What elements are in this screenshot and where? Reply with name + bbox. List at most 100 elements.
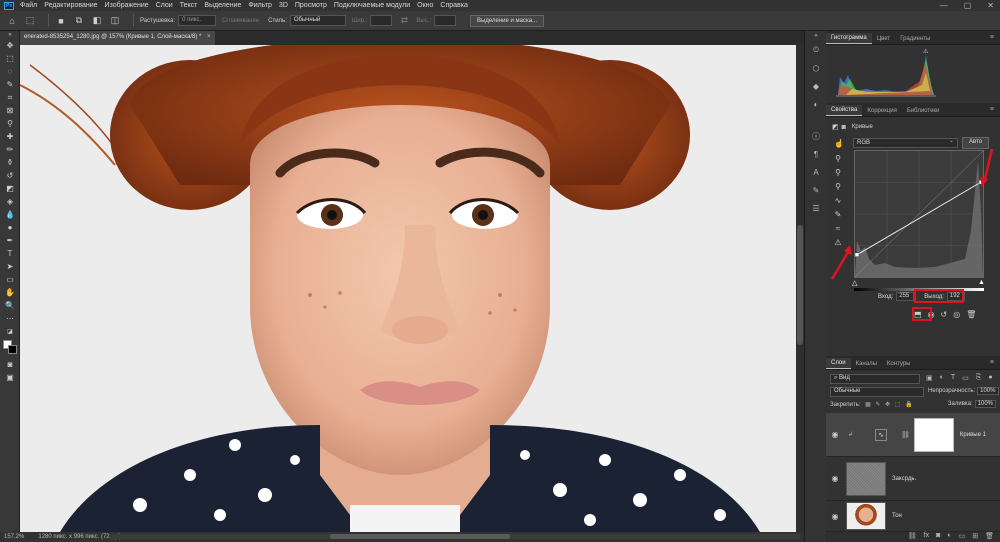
channel-select[interactable]: RGB (853, 137, 958, 148)
canvas-vertical-scrollbar[interactable] (796, 45, 804, 532)
adjustments-panel-icon[interactable]: ◐ (805, 95, 827, 113)
delete-layer-icon[interactable]: 🗑 (985, 532, 994, 542)
lock-all-icon[interactable]: 🔒 (905, 402, 912, 408)
filter-smart-object-icon[interactable]: ⎘ (976, 374, 982, 382)
history-panel-icon[interactable]: ⏲ (805, 41, 827, 59)
filter-type-icon[interactable]: T (951, 374, 955, 382)
panel-menu-icon[interactable]: ≡ (990, 34, 994, 41)
menu-text[interactable]: Текст (180, 2, 198, 9)
menu-filter[interactable]: Фильтр (248, 2, 272, 9)
collapse-tools-icon[interactable]: » (0, 31, 20, 39)
new-group-icon[interactable]: ▭ (959, 532, 966, 542)
frame-tool-icon[interactable]: ⊠ (0, 104, 20, 117)
eyedropper-tool-icon[interactable]: ⚲ (0, 117, 20, 130)
gray-point-eyedropper-icon[interactable]: ⚲ (828, 165, 848, 179)
width-input[interactable] (370, 15, 393, 26)
layer-style-icon[interactable]: fx (924, 532, 929, 542)
menu-file[interactable]: Файл (20, 2, 37, 9)
lasso-tool-icon[interactable]: ◌ (0, 65, 20, 78)
visibility-eye-icon[interactable]: ◉ (826, 512, 844, 521)
menu-edit[interactable]: Редактирование (44, 2, 97, 9)
dodge-tool-icon[interactable]: ● (0, 221, 20, 234)
tab-channels[interactable]: Каналы (851, 359, 882, 369)
type-tool-icon[interactable]: T (0, 247, 20, 260)
menu-help[interactable]: Справка (440, 2, 467, 9)
opacity-value[interactable]: 100% (977, 387, 999, 395)
minimize-icon[interactable]: — (940, 1, 948, 10)
character-panel-icon[interactable]: A (805, 163, 827, 181)
eraser-tool-icon[interactable]: ◩ (0, 182, 20, 195)
link-layers-icon[interactable]: ⛓ (908, 532, 917, 542)
color-swatches[interactable] (0, 338, 19, 358)
marquee-preset-icon[interactable]: ⬚ (24, 15, 36, 27)
layer-filter-select[interactable]: ⌕ Вид (830, 374, 920, 384)
white-point-eyedropper-icon[interactable]: ⚲ (828, 179, 848, 193)
zoom-level[interactable]: 157,2% (4, 534, 24, 540)
document-canvas[interactable] (20, 45, 796, 532)
properties-panel-icon[interactable]: ☰ (805, 199, 827, 217)
menu-view[interactable]: Просмотр (295, 2, 327, 9)
paragraph-panel-icon[interactable]: ¶ (805, 145, 827, 163)
new-layer-icon[interactable]: ⊞ (972, 532, 978, 542)
paint-bucket-tool-icon[interactable]: ◈ (0, 195, 20, 208)
info-panel-icon[interactable]: ⓘ (805, 127, 827, 145)
menu-select[interactable]: Выделение (204, 2, 241, 9)
swap-dimensions-icon[interactable]: ⇄ (398, 15, 410, 27)
lock-artboard-icon[interactable]: ⬚ (895, 402, 901, 408)
move-tool-icon[interactable]: ✥ (0, 39, 20, 52)
pencil-draw-icon[interactable]: ✎ (828, 207, 848, 221)
path-selection-tool-icon[interactable]: ➤ (0, 260, 20, 273)
home-icon[interactable]: ⌂ (6, 15, 18, 27)
style-select[interactable]: Обычный (289, 15, 346, 26)
curve-edit-icon[interactable]: ∿ (828, 193, 848, 207)
document-tab[interactable]: enerated-8535254_1280.jpg @ 157% (Кривые… (20, 31, 215, 45)
curves-graph[interactable] (854, 150, 984, 278)
preset-hand-icon[interactable]: ☝ (834, 139, 844, 148)
panel-menu-icon[interactable]: ≡ (990, 106, 994, 113)
tab-paths[interactable]: Контуры (882, 359, 916, 369)
visibility-eye-icon[interactable]: ◉ (826, 474, 844, 483)
tab-histogram[interactable]: Гистограмма (826, 33, 872, 44)
blur-tool-icon[interactable]: 💧 (0, 208, 20, 221)
clone-stamp-tool-icon[interactable]: ⚱ (0, 156, 20, 169)
crop-tool-icon[interactable]: ⌗ (0, 91, 20, 104)
menu-image[interactable]: Изображение (105, 2, 149, 9)
feather-input[interactable]: 0 пикс. (178, 15, 217, 26)
scroll-thumb[interactable] (330, 534, 510, 539)
lock-position-icon[interactable]: ✥ (885, 402, 890, 408)
menu-3d[interactable]: 3D (279, 2, 288, 9)
antialias-checkbox[interactable]: Сглаживание (222, 18, 259, 24)
zoom-tool-icon[interactable]: 🔍 (0, 299, 20, 312)
layer-row-curves[interactable]: ◉ ↲ ∿ ⛓ Кривые 1 (826, 413, 1000, 457)
filter-shape-icon[interactable]: ▭ (962, 374, 969, 382)
default-colors-icon[interactable]: ◪ (0, 325, 20, 338)
filter-toggle-icon[interactable]: ● (988, 374, 992, 382)
height-input[interactable] (434, 15, 457, 26)
quick-mask-icon[interactable]: ◙ (0, 358, 20, 371)
learn-panel-icon[interactable]: ⬡ (805, 59, 827, 77)
fill-value[interactable]: 100% (974, 400, 996, 408)
blend-mode-select[interactable]: Обычные (830, 387, 924, 397)
delete-adjustment-icon[interactable]: 🗑 (966, 310, 976, 319)
close-document-icon[interactable]: × (207, 34, 211, 40)
add-mask-icon[interactable]: ◙ (936, 532, 940, 542)
add-selection-icon[interactable]: ⧉ (73, 15, 85, 27)
layer-mask-icon[interactable]: ◙ (842, 124, 846, 131)
more-tools-icon[interactable]: ⋯ (0, 312, 20, 325)
expand-panels-icon[interactable]: « (805, 31, 827, 41)
lock-transparent-icon[interactable]: ▦ (865, 402, 871, 408)
visibility-eye-icon[interactable]: ◉ (826, 430, 844, 439)
black-point-eyedropper-icon[interactable]: ⚲ (828, 151, 848, 165)
reset-icon[interactable]: ↺ (941, 310, 948, 319)
input-value-field[interactable]: 255 (896, 292, 915, 301)
quick-select-tool-icon[interactable]: ✎ (0, 78, 20, 91)
filter-adjustment-icon[interactable]: ◐ (940, 374, 944, 382)
close-window-icon[interactable]: ✕ (987, 1, 994, 10)
screen-mode-icon[interactable]: ▣ (0, 371, 20, 384)
hand-tool-icon[interactable]: ✋ (0, 286, 20, 299)
photoshop-logo-icon[interactable]: Ps (4, 1, 14, 10)
mask-link-icon[interactable]: ⛓ (901, 431, 910, 439)
subtract-selection-icon[interactable]: ◧ (91, 15, 103, 27)
lock-pixels-icon[interactable]: ✎ (875, 402, 880, 408)
tab-color[interactable]: Цвет (872, 34, 895, 44)
